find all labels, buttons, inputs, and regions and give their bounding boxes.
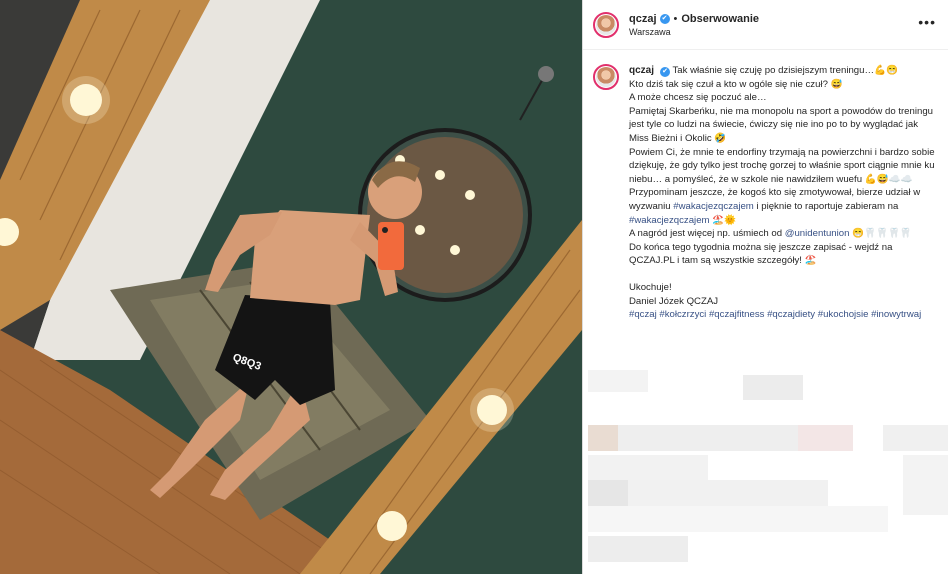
header-text: qczaj ✔ • Obserwowanie Warszawa [629,13,759,37]
reminder-text: i pięknie to raportuje zabieram na [753,200,899,212]
caption: qczaj ✔ Tak właśnie się czuję po dzisiejs… [583,50,948,322]
more-options-icon[interactable]: ••• [918,14,936,30]
following-button[interactable]: Obserwowanie [681,13,759,25]
mention-link[interactable]: @unidentunion [785,228,850,239]
wall-lamp [538,66,554,82]
caption-signature: Daniel Józek QCZAJ [629,295,719,307]
post-header: qczaj ✔ • Obserwowanie Warszawa ••• [583,0,948,50]
post-sidebar: qczaj ✔ • Obserwowanie Warszawa ••• qcza… [582,0,948,574]
hashtags-link[interactable]: #qczaj #kołczrzyci #qczajfitness #qczajd… [629,308,938,322]
caption-line: Pamiętaj Skarbeńku, nie ma monopolu na s… [629,105,933,144]
avatar[interactable] [593,11,619,38]
reward-text: A nagród jest więcej np. uśmiech od [629,228,785,240]
caption-line: Kto dziś tak się czuł a kto w ogóle się … [629,78,843,90]
location-link[interactable]: Warszawa [629,27,759,37]
caption-verified-icon: ✔ [660,67,671,77]
caption-body: qczaj ✔ Tak właśnie się czuję po dzisiejs… [629,64,938,322]
caption-username[interactable]: qczaj [629,65,654,76]
hashtag-link[interactable]: #wakacjezqczajem [629,215,710,226]
reward-emoji: 😁🦷🦷🦷🦷 [849,228,912,240]
caption-signoff: Ukochuje! [629,281,672,293]
caption-avatar[interactable] [593,64,619,90]
hashtag-link[interactable]: #wakacjezqczajem [673,201,754,212]
lamp-bulb [377,511,407,541]
caption-reward: A nagród jest więcej np. uśmiech od @uni… [629,227,938,241]
caption-reminder: Przypominam jeszcze, że kogoś kto się zm… [629,186,938,227]
post-viewer: Q8Q3 qczaj ✔ • Obserwowanie Warszawa •••… [0,0,948,574]
caption-signup: Do końca tego tygodnia można się jeszcze… [629,241,893,267]
caption-line: Tak właśnie się czuję po dzisiejszym tre… [672,65,898,76]
post-photo[interactable]: Q8Q3 [0,0,582,574]
caption-line: Powiem Ci, że mnie te endorfiny trzymają… [629,146,935,185]
verified-badge-icon: ✔ [659,13,670,24]
reminder-emoji: 🏖️🌞 [709,214,737,226]
phone [378,222,404,270]
separator-dot: • [673,12,678,25]
username-link[interactable]: qczaj [629,13,657,25]
caption-line: A może chcesz się poczuć ale… [629,92,767,104]
